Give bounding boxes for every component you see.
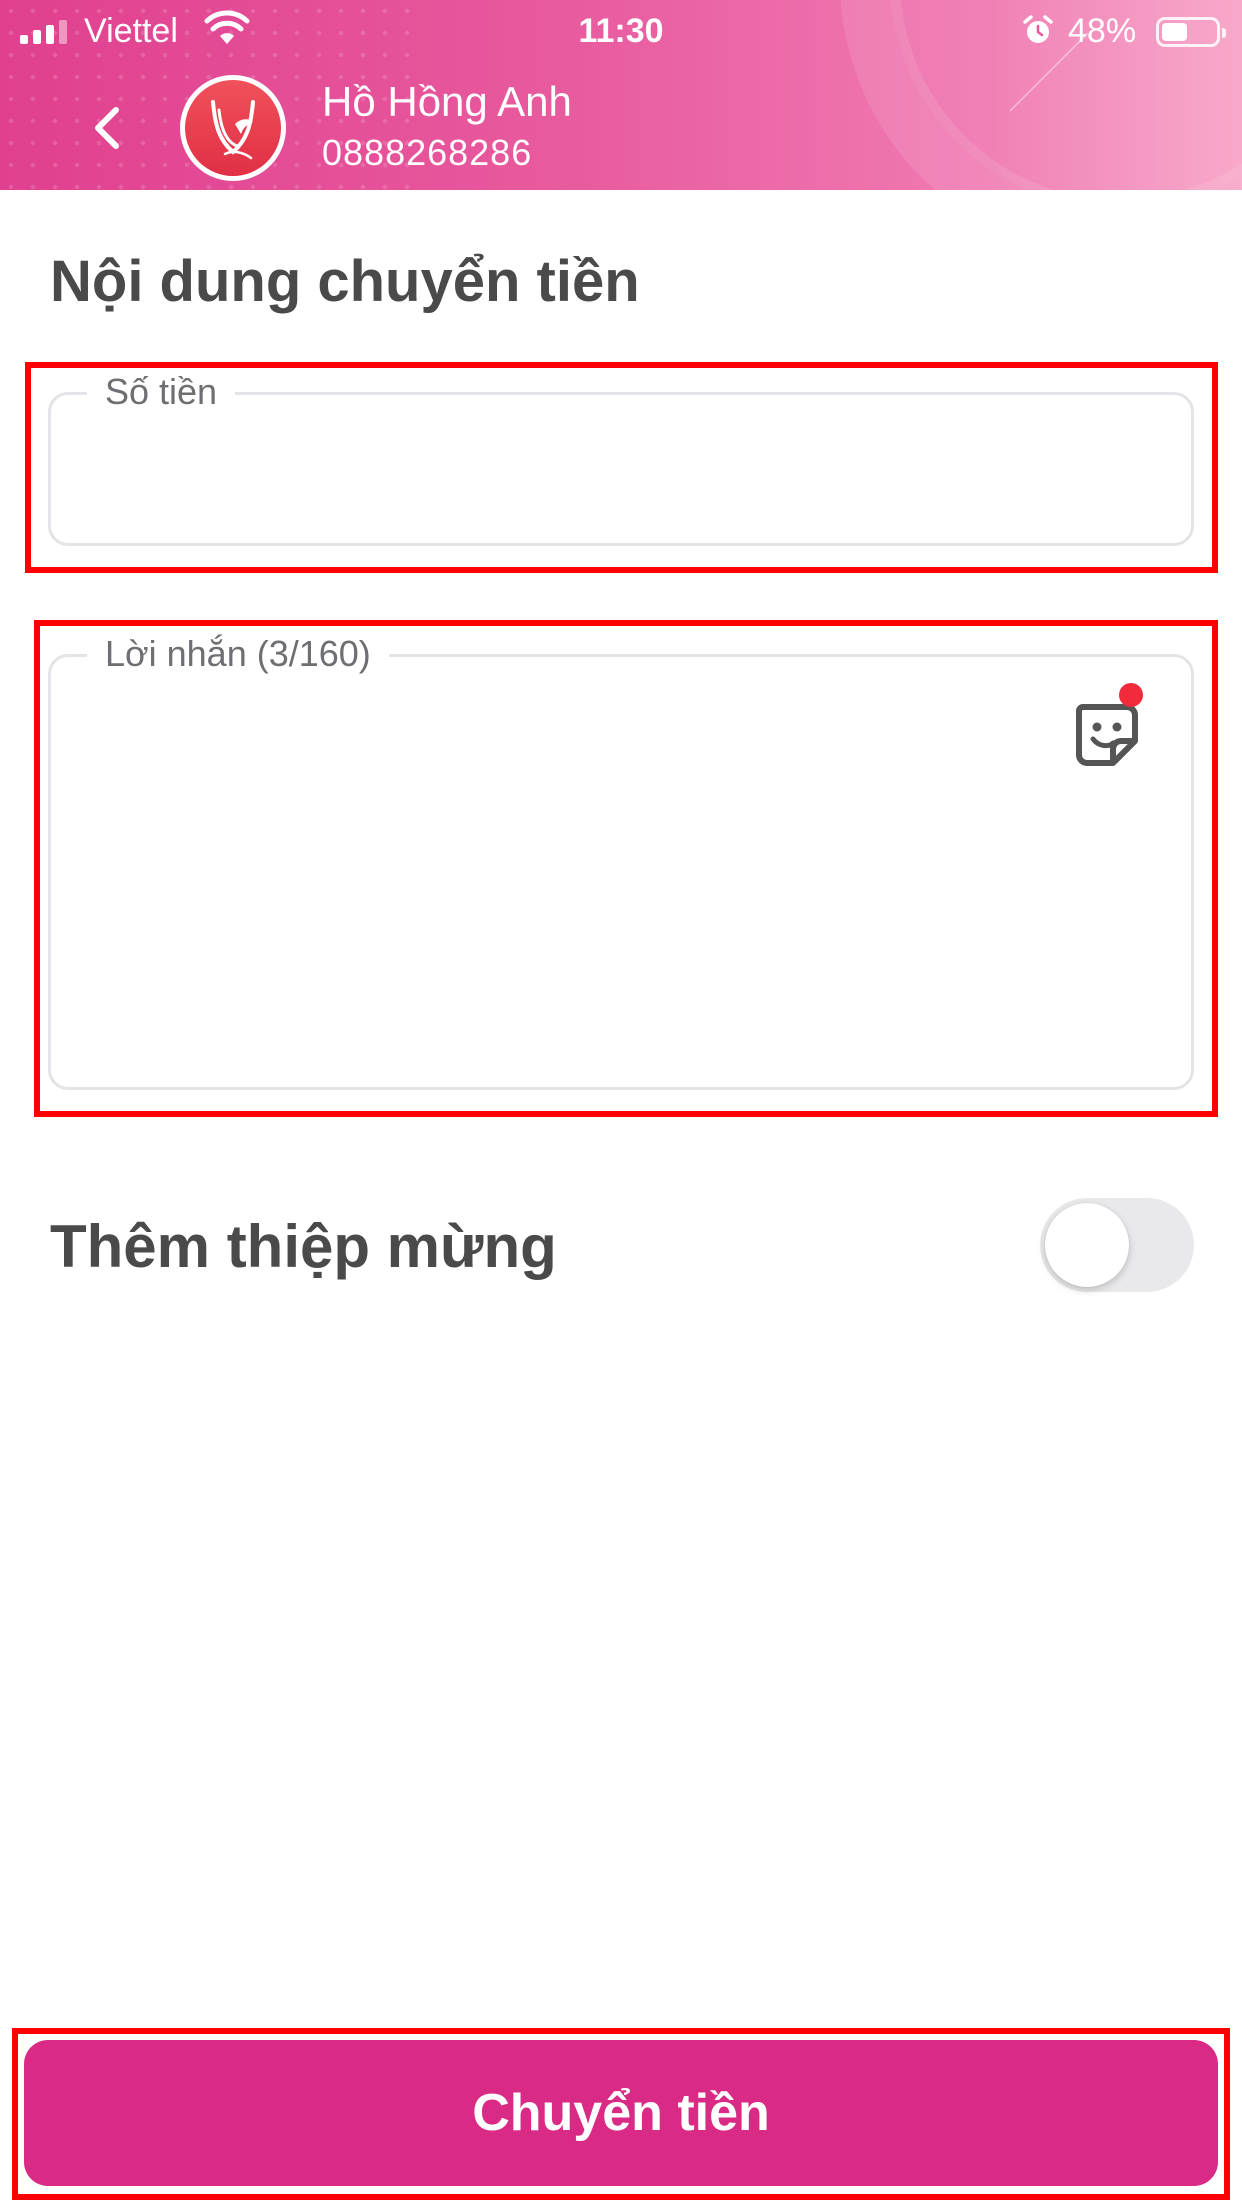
message-label: Lời nhắn (3/160): [87, 633, 389, 675]
transfer-button[interactable]: Chuyển tiền: [24, 2040, 1218, 2186]
toggle-knob: [1045, 1203, 1129, 1287]
header: Viettel 11:30 48% Hồ Hồng Anh 0888268286: [0, 0, 1242, 190]
amount-label: Số tiền: [87, 371, 236, 413]
back-chevron-left-icon[interactable]: [78, 98, 138, 158]
battery-level: [1162, 23, 1187, 41]
transfer-screen: Viettel 11:30 48% Hồ Hồng Anh 0888268286…: [0, 0, 1242, 2208]
status-bar: Viettel 11:30 48%: [0, 0, 1242, 62]
alarm-icon: [1023, 15, 1053, 43]
section-title: Nội dung chuyển tiền: [50, 249, 640, 314]
avatar: [180, 75, 286, 181]
greeting-card-toggle[interactable]: [1040, 1198, 1194, 1292]
amount-field[interactable]: Số tiền: [48, 371, 1194, 546]
battery-percent: 48%: [1068, 12, 1137, 50]
sticker-icon[interactable]: [1069, 697, 1145, 773]
message-field[interactable]: Lời nhắn (3/160): [48, 633, 1194, 1090]
contact-phone: 0888268286: [322, 132, 533, 173]
message-input[interactable]: [81, 697, 1051, 997]
status-time: 11:30: [578, 12, 664, 50]
contact-name: Hồ Hồng Anh: [322, 78, 572, 125]
greeting-card-label: Thêm thiệp mừng: [50, 1213, 557, 1280]
amount-input[interactable]: [81, 435, 1161, 480]
bird-logo-icon: [185, 80, 281, 176]
notification-dot: [1119, 683, 1143, 707]
battery-icon: [1156, 17, 1226, 47]
